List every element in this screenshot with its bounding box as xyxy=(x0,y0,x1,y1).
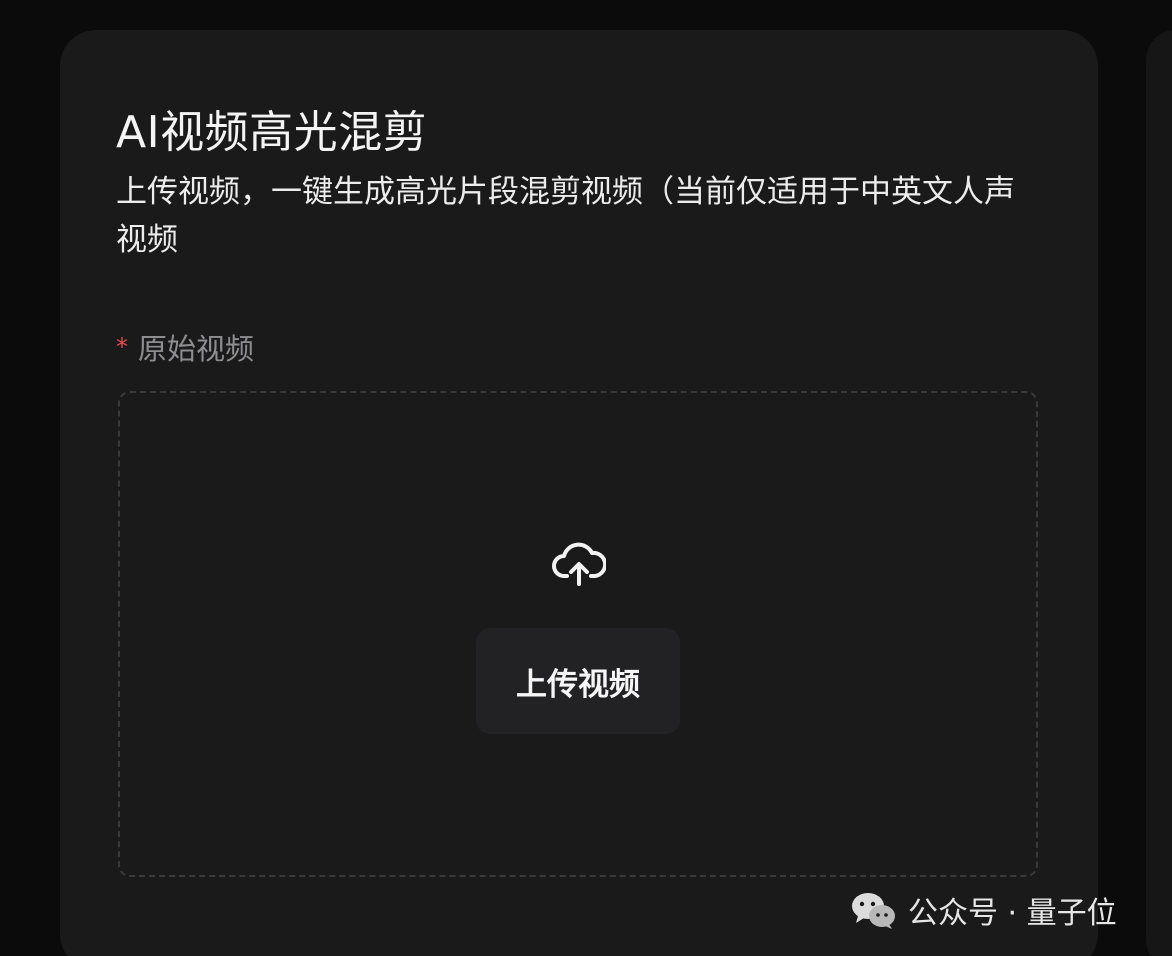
highlight-remix-card: AI视频高光混剪 上传视频，一键生成高光片段混剪视频（当前仅适用于中英文人声视频… xyxy=(60,30,1098,956)
page: AI视频高光混剪 上传视频，一键生成高光片段混剪视频（当前仅适用于中英文人声视频… xyxy=(0,0,1172,956)
watermark-text: 公众号 · 量子位 xyxy=(908,896,1117,931)
card-title: AI视频高光混剪 xyxy=(116,107,428,158)
original-video-label-text: 原始视频 xyxy=(138,332,255,366)
watermark: 公众号 · 量子位 xyxy=(850,888,1117,932)
wechat-icon xyxy=(852,893,895,929)
upload-video-button[interactable]: 上传视频 xyxy=(476,628,680,734)
cloud-upload-icon[interactable] xyxy=(552,542,606,586)
original-video-label: * 原始视频 xyxy=(116,326,254,368)
required-marker: * xyxy=(116,333,128,361)
adjacent-card-edge xyxy=(1146,30,1172,956)
card-description: 上传视频，一键生成高光片段混剪视频（当前仅适用于中英文人声视频 xyxy=(116,174,1015,258)
